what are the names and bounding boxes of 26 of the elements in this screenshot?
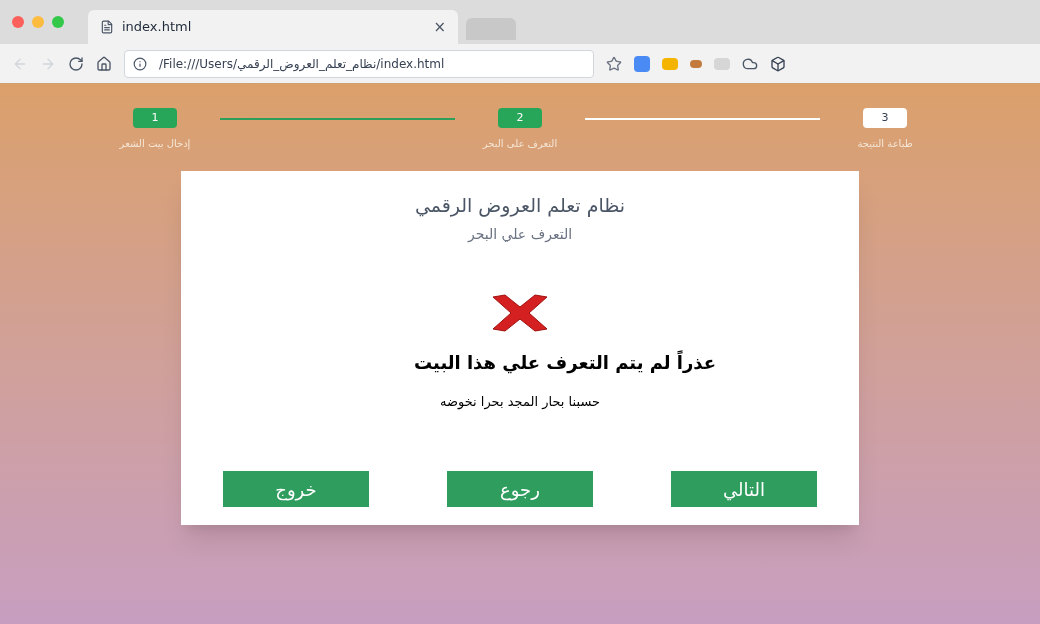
extension-icon[interactable]	[690, 59, 702, 68]
home-icon[interactable]	[96, 55, 112, 72]
extension-icon[interactable]	[662, 57, 678, 70]
error-message: عذراً لم يتم التعرف علي هذا البيت	[414, 349, 717, 376]
page-icon	[100, 20, 114, 34]
step-number: 3	[863, 108, 907, 128]
tab-close-button[interactable]: ×	[433, 15, 446, 39]
step-label: طباعة النتيجة	[857, 137, 913, 151]
card-title: نظام تعلم العروض الرقمي	[414, 193, 626, 219]
verse-text: حسبنا بحار المجد بحرا نخوضه	[439, 392, 601, 411]
card-subtitle: التعرف علي البحر	[467, 224, 573, 245]
address-text: /File:///Users/نظام_تعلم_العروض_الرقمي/index.html	[159, 55, 445, 73]
step-label: التعرف على البحر	[482, 137, 558, 151]
tab-title: index.html	[122, 18, 193, 37]
reload-icon[interactable]	[68, 55, 84, 72]
cube-icon[interactable]	[770, 55, 786, 72]
extension-icon[interactable]	[634, 55, 650, 72]
address-bar[interactable]: /File:///Users/نظام_تعلم_العروض_الرقمي/index.html	[124, 49, 594, 78]
close-window-icon[interactable]	[12, 16, 24, 28]
step-label: إدخال بيت الشعر	[119, 137, 191, 151]
maximize-window-icon[interactable]	[52, 16, 64, 28]
browser-tab[interactable]: index.html ×	[88, 10, 458, 44]
step-number: 2	[498, 108, 542, 128]
info-icon[interactable]	[133, 56, 147, 71]
bookmark-star-icon[interactable]	[606, 55, 622, 72]
step-number: 1	[133, 108, 177, 128]
